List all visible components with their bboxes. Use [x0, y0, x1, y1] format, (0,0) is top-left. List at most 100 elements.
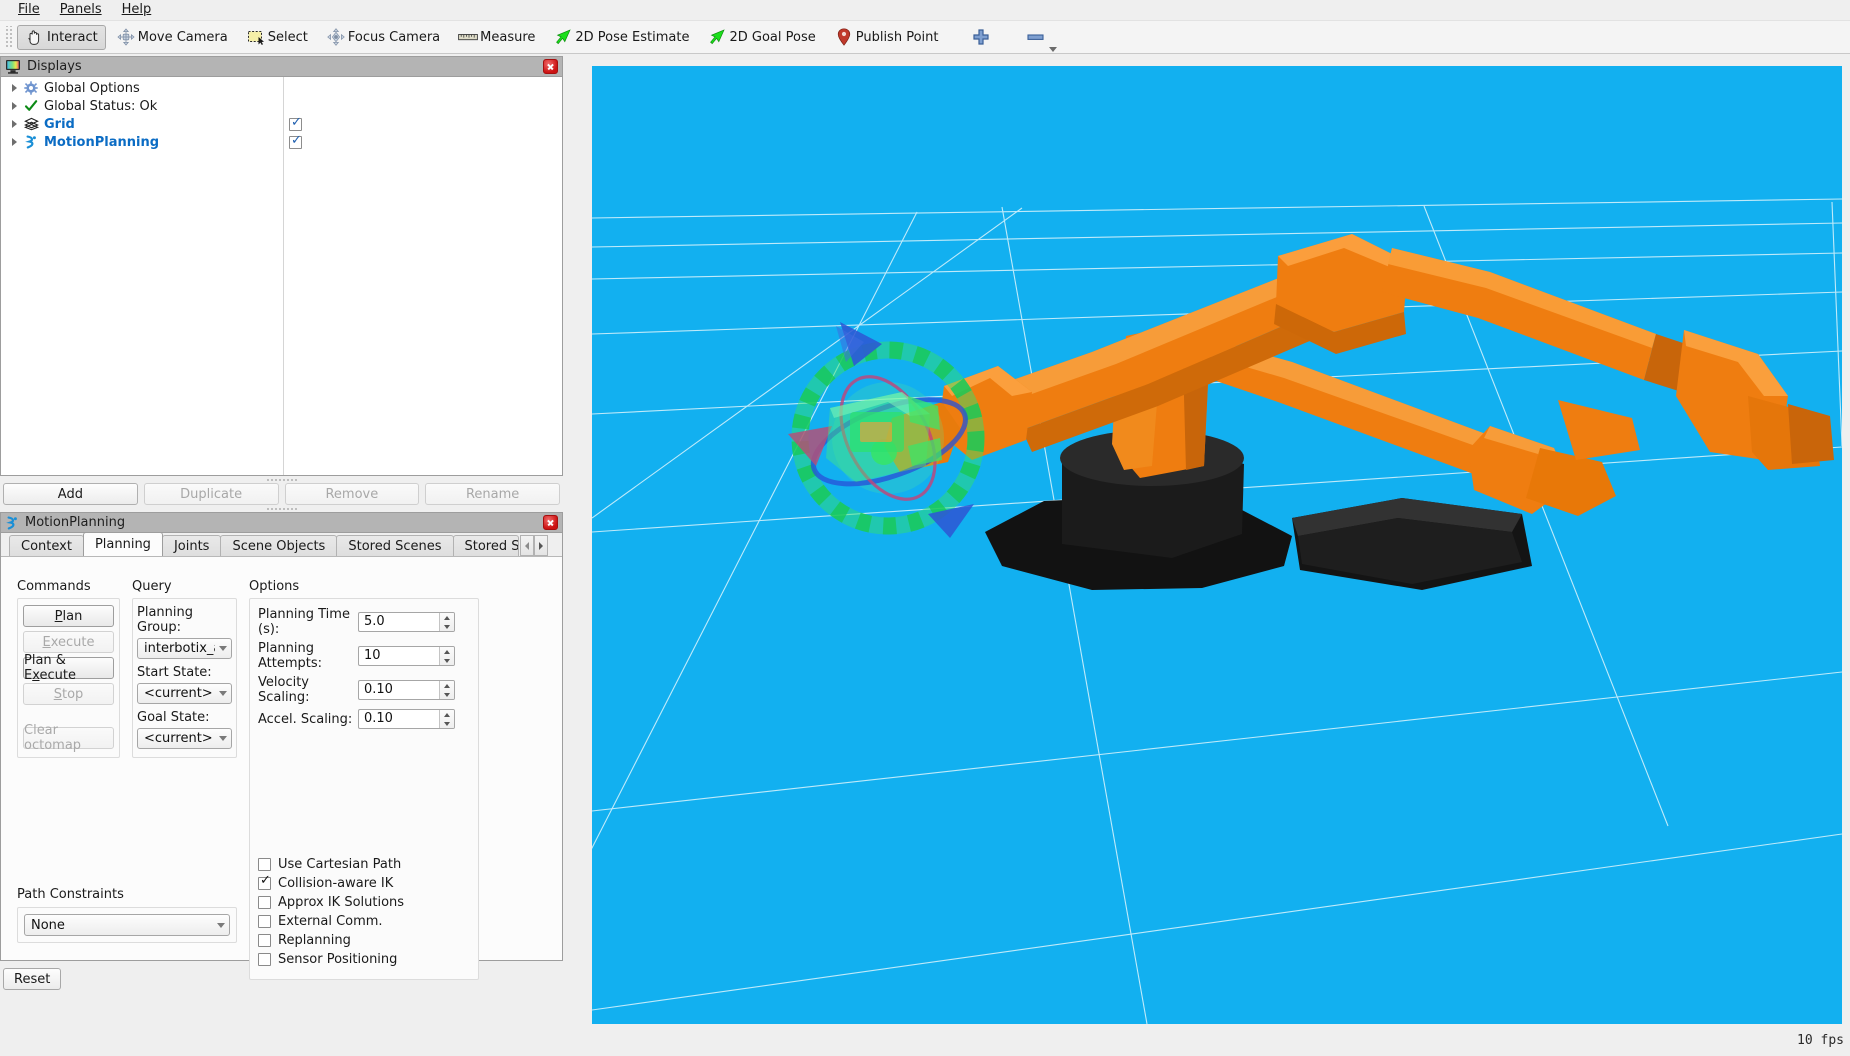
displays-panel-titlebar: Displays	[0, 56, 563, 76]
tab-label: Planning	[94, 537, 151, 552]
add-display-button[interactable]: Add	[3, 483, 138, 505]
reset-button[interactable]: Reset	[3, 968, 62, 990]
path-constraints-combo[interactable]: None	[24, 914, 230, 936]
tabbar-scroll-controls	[519, 535, 548, 556]
goal-state-label: Goal State:	[137, 710, 210, 725]
chevron-down-icon	[219, 646, 227, 651]
scroll-left-arrow-icon[interactable]	[519, 535, 534, 556]
menu-help[interactable]: Help	[112, 0, 162, 20]
velocity-scaling-value[interactable]: 0.10	[359, 681, 439, 699]
execute-button[interactable]: Execute	[23, 631, 114, 653]
planning-attempts-stepper[interactable]: 10	[358, 646, 455, 666]
tool-move-camera-button[interactable]: Move Camera	[108, 25, 236, 50]
chevron-down-icon[interactable]	[1049, 46, 1058, 52]
duplicate-display-button[interactable]: Duplicate	[143, 483, 279, 505]
panel-splitter[interactable]	[0, 505, 563, 512]
planning-attempts-value[interactable]: 10	[359, 647, 439, 665]
collision-aware-ik-checkbox[interactable]	[258, 874, 271, 890]
replanning-checkbox[interactable]	[258, 934, 271, 947]
planning-time-decrement[interactable]	[440, 622, 454, 631]
tree-item-global-options[interactable]: Global Options	[1, 79, 562, 97]
goal-state-combo[interactable]: <current>	[137, 728, 232, 749]
expand-triangle-icon[interactable]	[7, 133, 21, 151]
planning-attempts-increment[interactable]	[440, 647, 454, 656]
map-pin-icon	[834, 28, 854, 47]
rename-display-button[interactable]: Rename	[425, 483, 560, 505]
velocity-scaling-label: Velocity Scaling:	[258, 675, 310, 705]
planning-time-value[interactable]: 5.0	[359, 613, 439, 631]
start-state-combo[interactable]: <current>	[137, 683, 232, 704]
tool-focus-camera-label: Focus Camera	[347, 29, 441, 45]
plan-and-execute-button[interactable]: Plan & Execute	[23, 653, 114, 683]
tool-2d-pose-estimate-button[interactable]: 2D Pose Estimate	[545, 25, 697, 50]
tab-stored-scenes[interactable]: Stored Scenes	[336, 535, 454, 556]
tab-stored-states[interactable]: Stored State	[452, 535, 519, 556]
planning-time-increment[interactable]	[440, 613, 454, 622]
plan-button[interactable]: Plan	[23, 605, 114, 627]
expand-triangle-icon[interactable]	[7, 97, 21, 115]
tab-scene-objects[interactable]: Scene Objects	[220, 535, 338, 556]
planning-group-combo[interactable]: interbotix_arm	[137, 638, 232, 659]
clear-octomap-button[interactable]: Clear octomap	[23, 723, 114, 753]
use-cartesian-path-checkbox[interactable]	[258, 858, 271, 871]
expand-triangle-icon[interactable]	[7, 115, 21, 133]
sensor-positioning-row[interactable]: Sensor Positioning	[258, 950, 404, 969]
stop-button[interactable]: Stop	[23, 683, 114, 705]
remove-tool-button[interactable]	[1018, 25, 1058, 52]
displays-splitter[interactable]	[0, 476, 563, 483]
menu-file[interactable]: File	[8, 0, 50, 20]
tab-label: Scene Objects	[232, 539, 326, 554]
tab-joints[interactable]: Joints	[161, 535, 222, 556]
tool-2d-goal-pose-button[interactable]: 2D Goal Pose	[699, 25, 823, 50]
external-comm-checkbox[interactable]	[258, 915, 271, 928]
velocity-scaling-stepper[interactable]: 0.10	[358, 680, 455, 700]
motionplanning-visibility-checkbox[interactable]	[289, 134, 302, 149]
path-constraints-group: Path Constraints None	[17, 887, 237, 943]
scroll-right-arrow-icon[interactable]	[533, 535, 548, 556]
accel-scaling-increment[interactable]	[440, 710, 454, 719]
hand-cursor-icon	[25, 28, 45, 47]
minus-icon	[1026, 28, 1046, 47]
tool-interact-button[interactable]: Interact	[17, 24, 106, 50]
toolbar-drag-handle[interactable]	[4, 26, 13, 48]
replanning-row[interactable]: Replanning	[258, 931, 404, 950]
expand-triangle-icon[interactable]	[7, 79, 21, 97]
close-icon[interactable]	[543, 515, 558, 530]
tree-item-global-status[interactable]: Global Status: Ok	[1, 97, 562, 115]
clear-octomap-label: Clear octomap	[24, 723, 82, 753]
menu-panels[interactable]: Panels	[50, 0, 112, 20]
planning-time-row: Planning Time (s): 5.0	[258, 607, 470, 637]
sensor-positioning-checkbox[interactable]	[258, 953, 271, 966]
velocity-scaling-decrement[interactable]	[440, 690, 454, 699]
planning-attempts-decrement[interactable]	[440, 656, 454, 665]
use-cartesian-path-row[interactable]: Use Cartesian Path	[258, 855, 404, 874]
motionplanning-tabbar: Context Planning Joints Scene Objects St…	[1, 532, 562, 557]
tree-item-motionplanning[interactable]: MotionPlanning	[1, 133, 562, 151]
accel-scaling-value[interactable]: 0.10	[359, 710, 439, 728]
motionplanning-panel-titlebar: MotionPlanning	[0, 512, 563, 532]
approx-ik-solutions-checkbox[interactable]	[258, 896, 271, 909]
add-tool-button[interactable]	[963, 25, 999, 50]
focus-camera-icon	[326, 28, 346, 47]
accel-scaling-stepper[interactable]: 0.10	[358, 709, 455, 729]
tool-focus-camera-button[interactable]: Focus Camera	[318, 25, 448, 50]
tool-measure-button[interactable]: Measure	[450, 25, 543, 50]
approx-ik-solutions-row[interactable]: Approx IK Solutions	[258, 893, 404, 912]
tab-planning[interactable]: Planning	[82, 532, 163, 556]
external-comm-row[interactable]: External Comm.	[258, 912, 404, 931]
accel-scaling-decrement[interactable]	[440, 719, 454, 728]
velocity-scaling-increment[interactable]	[440, 681, 454, 690]
planning-time-stepper[interactable]: 5.0	[358, 612, 455, 632]
remove-display-button[interactable]: Remove	[284, 483, 420, 505]
grid-visibility-checkbox[interactable]	[289, 116, 302, 131]
external-comm-label: External Comm.	[278, 914, 383, 929]
render-viewport-3d[interactable]	[592, 66, 1842, 1024]
close-icon[interactable]	[543, 59, 558, 74]
tree-item-grid[interactable]: Grid	[1, 115, 562, 133]
tool-select-button[interactable]: Select	[238, 25, 316, 50]
tab-context[interactable]: Context	[9, 535, 84, 556]
tool-publish-point-button[interactable]: Publish Point	[826, 25, 947, 50]
approx-ik-solutions-label: Approx IK Solutions	[278, 895, 405, 910]
sensor-positioning-label: Sensor Positioning	[278, 952, 398, 967]
collision-aware-ik-row[interactable]: Collision-aware IK	[258, 874, 404, 893]
